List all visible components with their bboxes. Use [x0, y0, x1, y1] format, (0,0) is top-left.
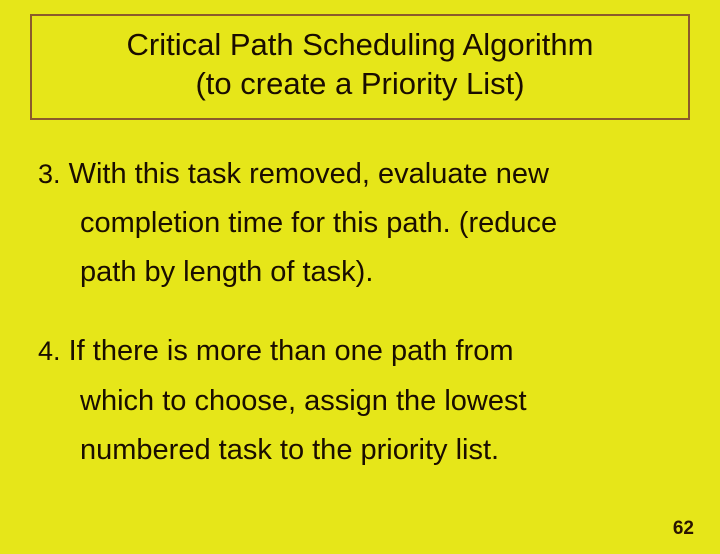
- list-item: 4. If there is more than one path from w…: [38, 327, 682, 475]
- item-number: 3.: [38, 159, 61, 189]
- content-area: 3. With this task removed, evaluate new …: [0, 120, 720, 476]
- title-box: Critical Path Scheduling Algorithm (to c…: [30, 14, 690, 120]
- item-text-line: numbered task to the priority list.: [38, 426, 682, 475]
- list-item: 3. With this task removed, evaluate new …: [38, 150, 682, 298]
- item-text-line: If there is more than one path from: [69, 335, 514, 367]
- item-text-line: which to choose, assign the lowest: [38, 377, 682, 426]
- title-line-1: Critical Path Scheduling Algorithm: [48, 26, 672, 65]
- title-line-2: (to create a Priority List): [48, 65, 672, 104]
- item-text-line: With this task removed, evaluate new: [69, 158, 549, 190]
- item-text-line: path by length of task).: [38, 248, 682, 297]
- item-text-line: completion time for this path. (reduce: [38, 199, 682, 248]
- item-number: 4.: [38, 336, 61, 366]
- page-number: 62: [673, 518, 694, 540]
